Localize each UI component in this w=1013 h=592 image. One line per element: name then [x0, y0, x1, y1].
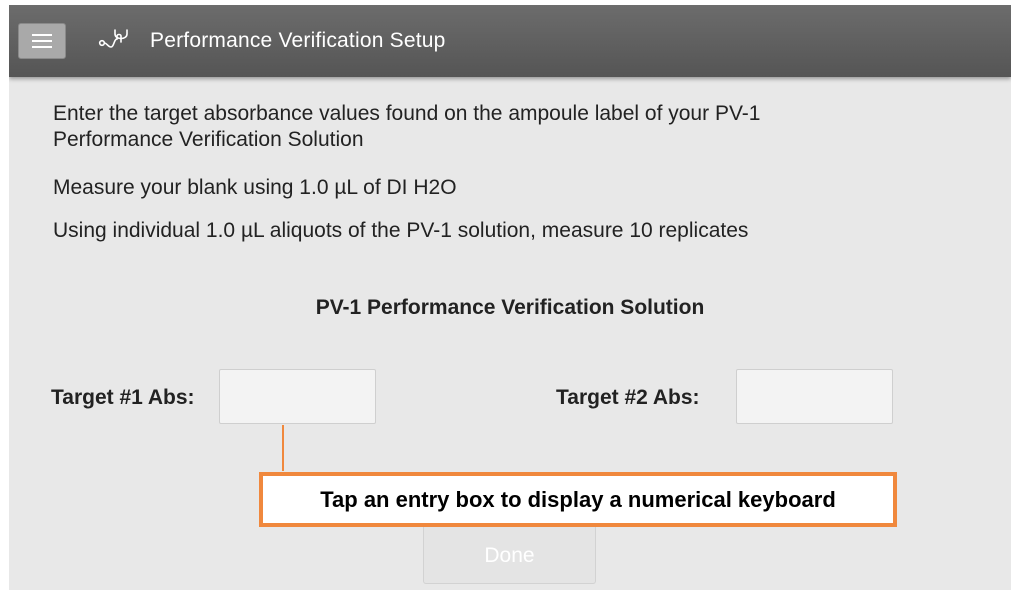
tooltip-callout: Tap an entry box to display a numerical … — [259, 472, 897, 527]
instruction-line-1-continued: Performance Verification Solution — [53, 128, 364, 151]
callout-text: Tap an entry box to display a numerical … — [320, 486, 836, 512]
instruction-line-2: Measure your blank using 1.0 µL of DI H2… — [53, 176, 457, 199]
section-title: PV-1 Performance Verification Solution — [315, 296, 705, 319]
instruction-line-1: Enter the target absorbance values found… — [53, 102, 761, 125]
instruction-line-3: Using individual 1.0 µL aliquots of the … — [53, 219, 749, 242]
page-title: Performance Verification Setup — [150, 29, 446, 52]
target-1-input[interactable] — [219, 369, 376, 424]
menu-button[interactable] — [18, 23, 66, 59]
target-2-input[interactable] — [736, 369, 893, 424]
target-1-label: Target #1 Abs: — [51, 386, 195, 409]
title-bar: Performance Verification Setup — [9, 5, 1011, 77]
callout-pointer — [282, 425, 284, 471]
done-button[interactable]: Done — [423, 526, 596, 584]
app-screen: Performance Verification Setup Enter the… — [9, 5, 1011, 590]
stethoscope-icon — [98, 29, 128, 48]
target-2-label: Target #2 Abs: — [556, 386, 700, 409]
